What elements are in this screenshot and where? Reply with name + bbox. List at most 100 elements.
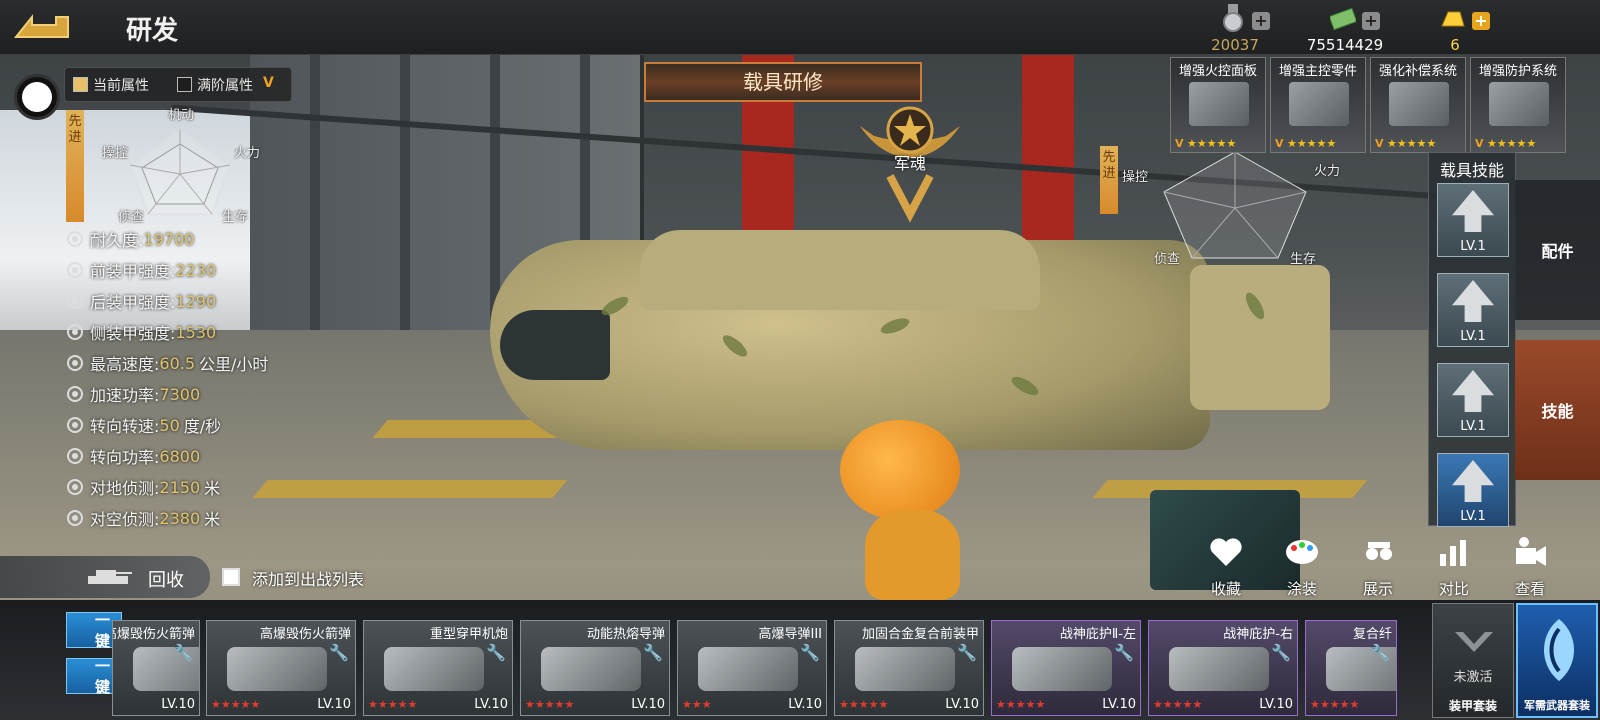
equipment-name: 高爆毁伤火箭弹 (259, 627, 351, 642)
component-icon (1289, 82, 1349, 126)
gold-value: 6 (1450, 36, 1460, 54)
armor-suit-slot[interactable]: 未激活 装甲套装 (1432, 603, 1514, 718)
resource-medals: + 20037 (1180, 2, 1290, 54)
equipment-card[interactable]: 高爆毁伤火箭弹 🔧 LV.10 (112, 620, 200, 716)
equipment-icon (855, 647, 955, 691)
parts-tab[interactable]: 配件 (1515, 180, 1600, 320)
helicopter-cockpit (500, 310, 610, 380)
action-button[interactable]: 查看 (1500, 536, 1560, 602)
equipment-name: 复合纤 (1352, 627, 1392, 642)
action-label: 展示 (1362, 580, 1393, 598)
equipment-card[interactable]: 战神庇护Ⅱ-左 🔧 ★★★★★ LV.10 (991, 620, 1141, 716)
add-gold-button[interactable]: + (1472, 12, 1490, 30)
radar2-label-firepower: 火力 (1314, 164, 1341, 179)
skill-slot-4[interactable]: LV.1 (1437, 453, 1509, 527)
max-attr-swatch[interactable] (177, 77, 192, 92)
stat-label: 耐久度: (90, 231, 144, 250)
equipment-name: 战神庇护-右 (1223, 627, 1293, 642)
recycle-label: 回收 (148, 570, 184, 591)
stat-row: 最高速度: 60.5 公里/小时 (66, 350, 268, 376)
enhancement-slot[interactable]: 增强防护系统 V ★★★★★ (1470, 57, 1566, 153)
medals-value: 20037 (1211, 36, 1259, 54)
military-soul-label: 军魂 (893, 154, 926, 173)
enhancement-slot[interactable]: 增强火控面板 V ★★★★★ (1170, 57, 1266, 153)
max-attr-mark: V (263, 75, 274, 91)
skill-slot-3[interactable]: LV.1 (1437, 363, 1509, 437)
turn-speed-icon (66, 416, 84, 434)
page-title: 研发 (126, 16, 179, 46)
enhancement-slot[interactable]: 增强主控零件 V ★★★★★ (1270, 57, 1366, 153)
equipment-name: 动能热熔导弹 (586, 627, 665, 642)
equipment-level: LV.10 (161, 697, 195, 712)
resource-cash: + 75514429 (1290, 2, 1400, 54)
add-cash-button[interactable]: + (1362, 12, 1380, 30)
radar-label-recon: 侦查 (118, 210, 145, 225)
action-button[interactable]: 展示 (1348, 536, 1408, 602)
star-rating: ★★★★★ (1387, 137, 1437, 150)
medal-icon (1223, 4, 1243, 32)
action-button[interactable]: 对比 (1424, 536, 1484, 602)
stat-label: 前装甲强度: (90, 262, 176, 281)
equipment-card[interactable]: 战神庇护-右 🔧 ★★★★★ LV.10 (1148, 620, 1298, 716)
tank-icon (88, 570, 132, 584)
equipment-card[interactable]: 高爆导弹III 🔧 ★★★ LV.10 (677, 620, 827, 716)
radar-label-handling: 操控 (102, 146, 129, 161)
compare-icon (1440, 540, 1466, 566)
stat-value: 2380 (159, 508, 201, 528)
stat-row: 加速功率: 7300 (66, 381, 204, 407)
equipment-name: 加固合金复合前装甲 (861, 627, 979, 642)
record-button[interactable] (14, 74, 60, 120)
equipment-card[interactable]: 动能热熔导弹 🔧 ★★★★★ LV.10 (520, 620, 670, 716)
stat-row: 后装甲强度: 1290 (66, 288, 220, 314)
showcase-icon (1366, 542, 1392, 560)
top-bar: 研发 + 20037 + 75514429 + 6 (0, 0, 1600, 55)
skills-tab[interactable]: 技能 (1515, 340, 1600, 480)
add-medals-button[interactable]: + (1252, 12, 1270, 30)
helicopter-tail (1190, 265, 1330, 410)
enhancement-label: 强化补偿系统 (1378, 64, 1457, 79)
speed-icon (66, 354, 84, 372)
back-arrow-icon (13, 14, 69, 38)
paint-palette-icon (1286, 540, 1318, 564)
stat-label: 后装甲强度: (90, 293, 176, 312)
stat-label: 侧装甲强度: (90, 324, 176, 343)
equipment-icon (1012, 647, 1112, 691)
quartermaster-weapon-suit-slot[interactable]: 军需武器套装 (1516, 603, 1598, 718)
dragon-mascot (840, 400, 980, 600)
military-soul-emblem[interactable]: 军魂 (850, 96, 970, 226)
back-button[interactable] (10, 8, 74, 44)
equipment-card[interactable]: 高爆毁伤火箭弹 🔧 ★★★★★ LV.10 (206, 620, 356, 716)
equipment-card[interactable]: 复合纤 🔧 ★★★★★ (1305, 620, 1397, 716)
radar2-tier-tag: 先进 (1100, 146, 1118, 214)
stat-label: 对地侦测: (90, 479, 160, 498)
cash-icon (1330, 7, 1356, 31)
radar-label-firepower: 火力 (234, 146, 261, 161)
action-button[interactable]: 收藏 (1196, 536, 1256, 602)
recycle-button[interactable]: 回收 (0, 556, 210, 598)
stat-row: 前装甲强度: 2230 (66, 257, 220, 283)
enhancement-slot[interactable]: 强化补偿系统 V ★★★★★ (1370, 57, 1466, 153)
enhancement-mark: V (1375, 137, 1384, 150)
armor-suit-label: 装甲套装 (1448, 699, 1497, 713)
side-armor-icon (66, 323, 84, 341)
skill-slot-1[interactable]: LV.1 (1437, 183, 1509, 257)
upgrade-arrow-icon (1452, 280, 1494, 322)
stat-row: 对地侦测: 2150 米 (66, 474, 220, 500)
radar2-label-survival: 生存 (1290, 252, 1317, 267)
stat-value: 2230 (175, 260, 217, 280)
stat-value: 2150 (159, 477, 201, 497)
equipment-card[interactable]: 重型穿甲机炮 🔧 ★★★★★ LV.10 (363, 620, 513, 716)
skill-slot-2[interactable]: LV.1 (1437, 273, 1509, 347)
add-to-battle-checkbox[interactable] (222, 568, 240, 586)
bullet-skill-icon (1452, 190, 1494, 232)
star-rating: ★★★★★ (1187, 137, 1237, 150)
action-button[interactable]: 涂装 (1272, 536, 1332, 602)
stat-value: 1530 (175, 322, 217, 342)
radar2-label-recon: 侦查 (1154, 252, 1181, 267)
star-rating: ★★★★★ (1287, 137, 1337, 150)
current-attr-swatch[interactable] (73, 77, 88, 92)
upgrade-radar-chart (1163, 151, 1307, 259)
equipment-level: LV.10 (631, 697, 665, 712)
equipment-card[interactable]: 加固合金复合前装甲 🔧 ★★★★★ LV.10 (834, 620, 984, 716)
gold-bar-icon (1441, 11, 1465, 27)
